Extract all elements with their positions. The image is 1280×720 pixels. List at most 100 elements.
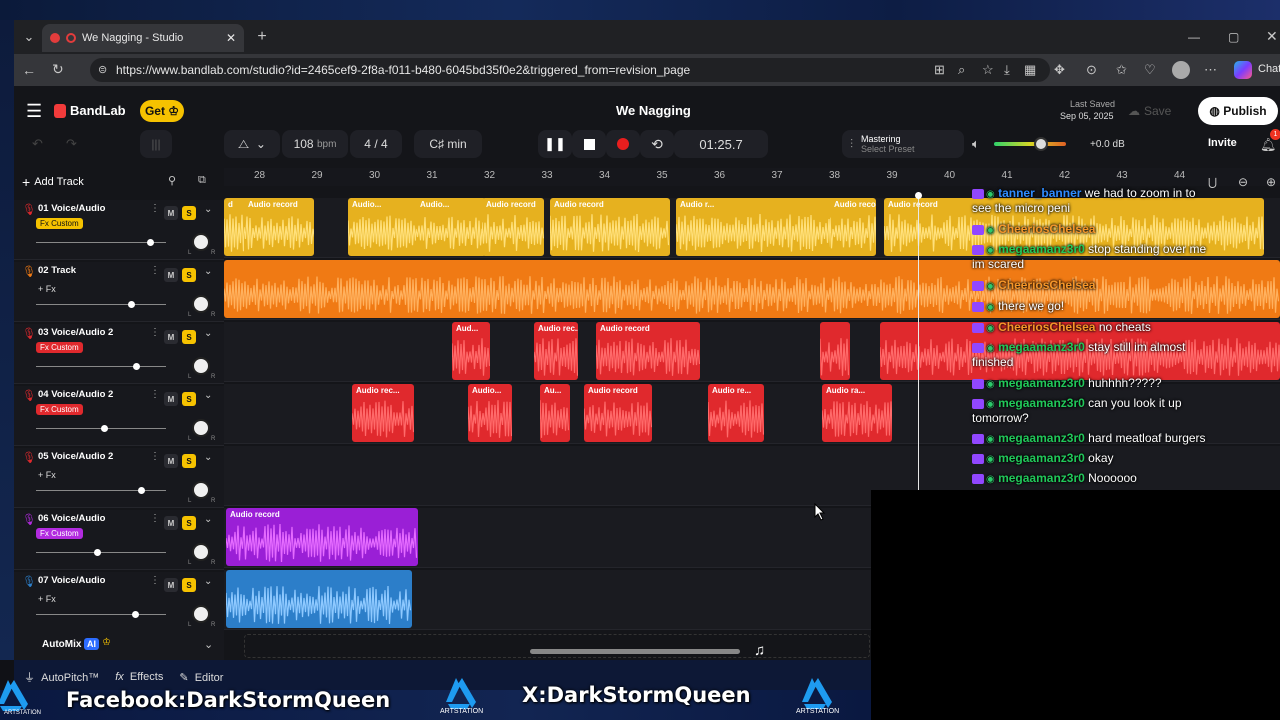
pause-button[interactable]: ❚❚	[538, 130, 572, 158]
loop-button[interactable]: ⟲	[640, 130, 674, 158]
save-button[interactable]: ☁ Save	[1128, 101, 1188, 121]
solo-button[interactable]: S	[182, 330, 196, 344]
track-volume-slider[interactable]	[36, 611, 166, 618]
track-volume-slider[interactable]	[36, 239, 166, 246]
solo-button[interactable]: S	[182, 268, 196, 282]
time-signature-field[interactable]: 4 / 4	[350, 130, 402, 158]
get-membership-button[interactable]: Get ♔	[140, 100, 184, 122]
project-title[interactable]: We Nagging	[616, 103, 691, 118]
site-info-icon[interactable]: ⊜	[98, 63, 107, 76]
audio-clip[interactable]: Audio record	[550, 198, 670, 256]
record-button[interactable]	[606, 130, 640, 158]
track-volume-slider[interactable]	[36, 363, 166, 370]
fx-custom-badge[interactable]: Fx Custom	[36, 342, 83, 353]
track-header[interactable]: 🎙︎ 03 Voice/Audio 2 Fx Custom ⋮ M S ⌄ L …	[14, 324, 224, 384]
audio-clip[interactable]: Audio record	[584, 384, 652, 442]
track-expand-chevron-icon[interactable]: ⌄	[204, 452, 212, 463]
mic-icon[interactable]: 🎙︎	[22, 513, 36, 526]
track-settings-icon[interactable]: ⧉	[198, 174, 206, 187]
pan-knob[interactable]	[192, 233, 210, 251]
extensions-grid-icon[interactable]: ▦	[1024, 62, 1036, 78]
audio-clip[interactable]: Audio re...	[708, 384, 764, 442]
mute-button[interactable]: M	[164, 516, 178, 530]
track-expand-chevron-icon[interactable]: ⌄	[204, 328, 212, 339]
fx-custom-badge[interactable]: Fx Custom	[36, 218, 83, 229]
track-menu-icon[interactable]: ⋮	[150, 451, 160, 462]
track-name[interactable]: 06 Voice/Audio	[38, 513, 105, 524]
editor-tab[interactable]: ✎ Editor	[179, 671, 223, 684]
copilot-icon[interactable]	[1234, 61, 1252, 79]
audio-clip[interactable]: Audio record	[482, 198, 544, 256]
track-expand-chevron-icon[interactable]: ⌄	[204, 266, 212, 277]
mute-button[interactable]: M	[164, 268, 178, 282]
audio-clip[interactable]: Audio record	[244, 198, 314, 256]
app-available-icon[interactable]: ⊞	[934, 62, 945, 78]
mastering-button[interactable]: ⫶ Mastering Select Preset	[842, 130, 964, 158]
key-field[interactable]: C♯ min	[414, 130, 482, 158]
pan-knob[interactable]	[192, 543, 210, 561]
metronome-button[interactable]: ⧍ ⌄	[224, 130, 280, 158]
audio-clip[interactable]: Audio rec...	[352, 384, 414, 442]
stop-button[interactable]	[572, 130, 606, 158]
pan-knob[interactable]	[192, 481, 210, 499]
pan-knob[interactable]	[192, 419, 210, 437]
track-header[interactable]: 🎙︎ 01 Voice/Audio Fx Custom ⋮ M S ⌄ L R	[14, 200, 224, 260]
automix-chevron-icon[interactable]: ⌄	[204, 638, 213, 651]
hamburger-menu-icon[interactable]: ☰	[26, 101, 42, 122]
download-icon[interactable]: ⤓	[1004, 62, 1010, 78]
favorite-star-icon[interactable]: ☆	[982, 62, 994, 78]
redo-icon[interactable]: ↷	[66, 136, 77, 152]
speaker-icon[interactable]: 🔈︎	[972, 136, 980, 152]
track-header[interactable]: 🎙︎ 02 Track + Fx ⋮ M S ⌄ L R	[14, 262, 224, 322]
track-menu-icon[interactable]: ⋮	[150, 575, 160, 586]
track-expand-chevron-icon[interactable]: ⌄	[204, 576, 212, 587]
track-menu-icon[interactable]: ⋮	[150, 327, 160, 338]
audio-clip[interactable]	[820, 322, 850, 380]
fx-custom-badge[interactable]: Fx Custom	[36, 404, 83, 415]
playhead[interactable]	[918, 192, 919, 490]
add-fx-button[interactable]: + Fx	[38, 284, 56, 294]
timeline-ruler[interactable]: 28 29 30 31 32 33 34 35 36 37 38 39 40 41 42 43 44	[224, 168, 1280, 186]
audio-clip[interactable]: Audio...	[468, 384, 512, 442]
audio-clip[interactable]	[226, 570, 412, 628]
effects-tab[interactable]: fx Effects	[115, 671, 163, 683]
track-name[interactable]: 03 Voice/Audio 2	[38, 327, 113, 338]
mute-button[interactable]: M	[164, 206, 178, 220]
add-fx-button[interactable]: + Fx	[38, 594, 56, 604]
url-field[interactable]: ⊜ https://www.bandlab.com/studio?id=2465…	[90, 58, 1050, 82]
browser-tab[interactable]: We Nagging - Studio ✕	[42, 24, 244, 52]
track-volume-handle[interactable]	[138, 487, 146, 494]
profile-avatar[interactable]	[1172, 61, 1190, 79]
new-tab-icon[interactable]: +	[254, 28, 270, 46]
pan-knob[interactable]	[192, 357, 210, 375]
track-volume-slider[interactable]	[36, 487, 166, 494]
zoom-icon[interactable]: ⌕	[958, 62, 965, 78]
track-expand-chevron-icon[interactable]: ⌄	[204, 390, 212, 401]
track-volume-slider[interactable]	[36, 425, 166, 432]
audio-clip[interactable]: Audio record	[830, 198, 876, 256]
reload-icon[interactable]: ↻	[52, 61, 64, 78]
master-volume-slider[interactable]	[994, 137, 1066, 151]
track-volume-handle[interactable]	[133, 363, 141, 370]
track-expand-chevron-icon[interactable]: ⌄	[204, 514, 212, 525]
publish-button[interactable]: ◍ Publish	[1198, 97, 1278, 125]
record-extension-icon[interactable]: ⊙	[1086, 62, 1097, 78]
playhead-handle[interactable]	[915, 192, 922, 199]
track-name[interactable]: 02 Track	[38, 265, 76, 276]
track-menu-icon[interactable]: ⋮	[150, 513, 160, 524]
track-volume-handle[interactable]	[147, 239, 155, 246]
audio-clip[interactable]: Audio record	[596, 322, 700, 380]
track-menu-icon[interactable]: ⋮	[150, 389, 160, 400]
back-arrow-icon[interactable]: ←	[22, 62, 36, 78]
autopitch-tab[interactable]: ⏚ AutoPitch™	[24, 669, 99, 685]
add-music-icon[interactable]: ♫	[754, 642, 765, 659]
automix-label[interactable]: AutoMix	[42, 639, 81, 650]
tab-list-chevron-icon[interactable]: ⌄	[22, 29, 36, 45]
track-name[interactable]: 04 Voice/Audio 2	[38, 389, 113, 400]
audio-clip[interactable]: Audio rec...	[534, 322, 578, 380]
mute-button[interactable]: M	[164, 578, 178, 592]
track-volume-handle[interactable]	[94, 549, 102, 556]
mute-button[interactable]: M	[164, 454, 178, 468]
close-tab-icon[interactable]: ✕	[226, 31, 236, 45]
mic-icon[interactable]: 🎙︎	[22, 451, 36, 464]
